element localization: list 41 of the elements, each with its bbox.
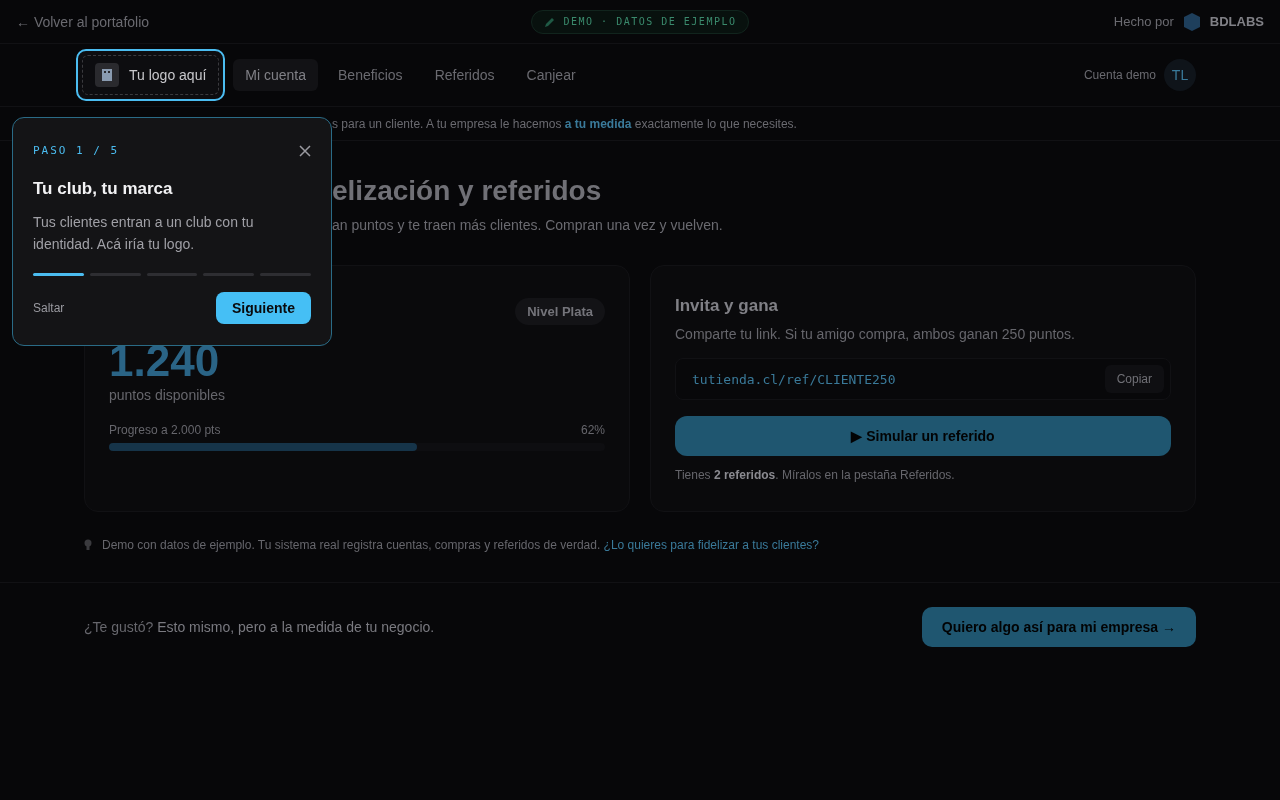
card-description: Comparte tu link. Si tu amigo compra, ambos ganan 250 puntos. (675, 326, 1076, 342)
account-label: Cuenta demo (1083, 68, 1156, 82)
progress-label: Progreso a 2.000 pts (109, 423, 221, 437)
footnote-link[interactable]: ¿Lo quieres para fidelizar a tus clientes? (603, 538, 820, 552)
tier-badge: Nivel Plata (515, 298, 605, 325)
close-icon[interactable] (299, 144, 311, 157)
referral-link: tutienda.cl/ref/CLIENTE250 (692, 371, 896, 387)
progress-percent: 62% (580, 423, 605, 437)
logo-placeholder[interactable]: Tu logo aquí (76, 49, 226, 101)
simulate-button[interactable]: ▶ Simular un referido (675, 416, 1171, 456)
banner-text: s para un cliente. A tu empresa le hacemos a tu medida exactamente lo que necesites. (332, 116, 797, 131)
demo-badge-text: DEMO · DATOS DE EJEMPLO (563, 16, 737, 27)
cta-text: ¿Te gustó? Esto mismo, pero a la medida de tu negocio. (84, 619, 435, 635)
made-by-label: Hecho por (1113, 14, 1174, 29)
footnote: Demo con datos de ejemplo. Tu sistema real registra cuentas, compras y referidos de verdad. ¿Lo quieres para fidelizar a tus clientes? (102, 538, 820, 552)
card-title: Invita y gana (675, 296, 779, 316)
back-link[interactable]: ← Volver al portafolio (16, 13, 276, 30)
tour-title: Tu club, tu marca (33, 179, 174, 199)
nav-tab[interactable]: Beneficios (326, 59, 415, 91)
building-icon (95, 63, 119, 87)
avatar[interactable]: TL (1164, 59, 1196, 91)
referral-link-field[interactable]: tutienda.cl/ref/CLIENTE250 Copiar (675, 358, 1171, 400)
logo-placeholder-text: Tu logo aquí (129, 67, 207, 83)
skip-button[interactable]: Saltar (33, 301, 65, 315)
page-subtitle: an puntos y te traen más clientes. Compran una vez y vuelven. (332, 217, 724, 233)
nav-tab[interactable]: Referidos (422, 59, 507, 91)
copy-button[interactable]: Copiar (1104, 365, 1164, 393)
pencil-icon (543, 15, 556, 28)
nav-tab[interactable]: Canjear (514, 59, 588, 91)
referral-note: Tienes 2 referidos. Míralos en la pestaña Referidos. (675, 468, 956, 482)
brand-name: BDLABS (1209, 14, 1264, 29)
cta-button[interactable]: Quiero algo así para mi empresa → (921, 607, 1196, 647)
nav-tab[interactable]: Mi cuenta (233, 59, 319, 91)
step-label: PASO 1 / 5 (33, 144, 120, 157)
page-title: elización y referidos (332, 175, 603, 207)
lightbulb-icon (84, 539, 92, 551)
next-button[interactable]: Siguiente (216, 292, 311, 324)
points-value: 1.240 (109, 339, 221, 383)
cube-logo-icon (1181, 11, 1202, 32)
points-label: puntos disponibles (109, 387, 226, 403)
tour-body: Tus clientes entran a un club con tu identidad. Acá iría tu logo. (33, 213, 255, 254)
